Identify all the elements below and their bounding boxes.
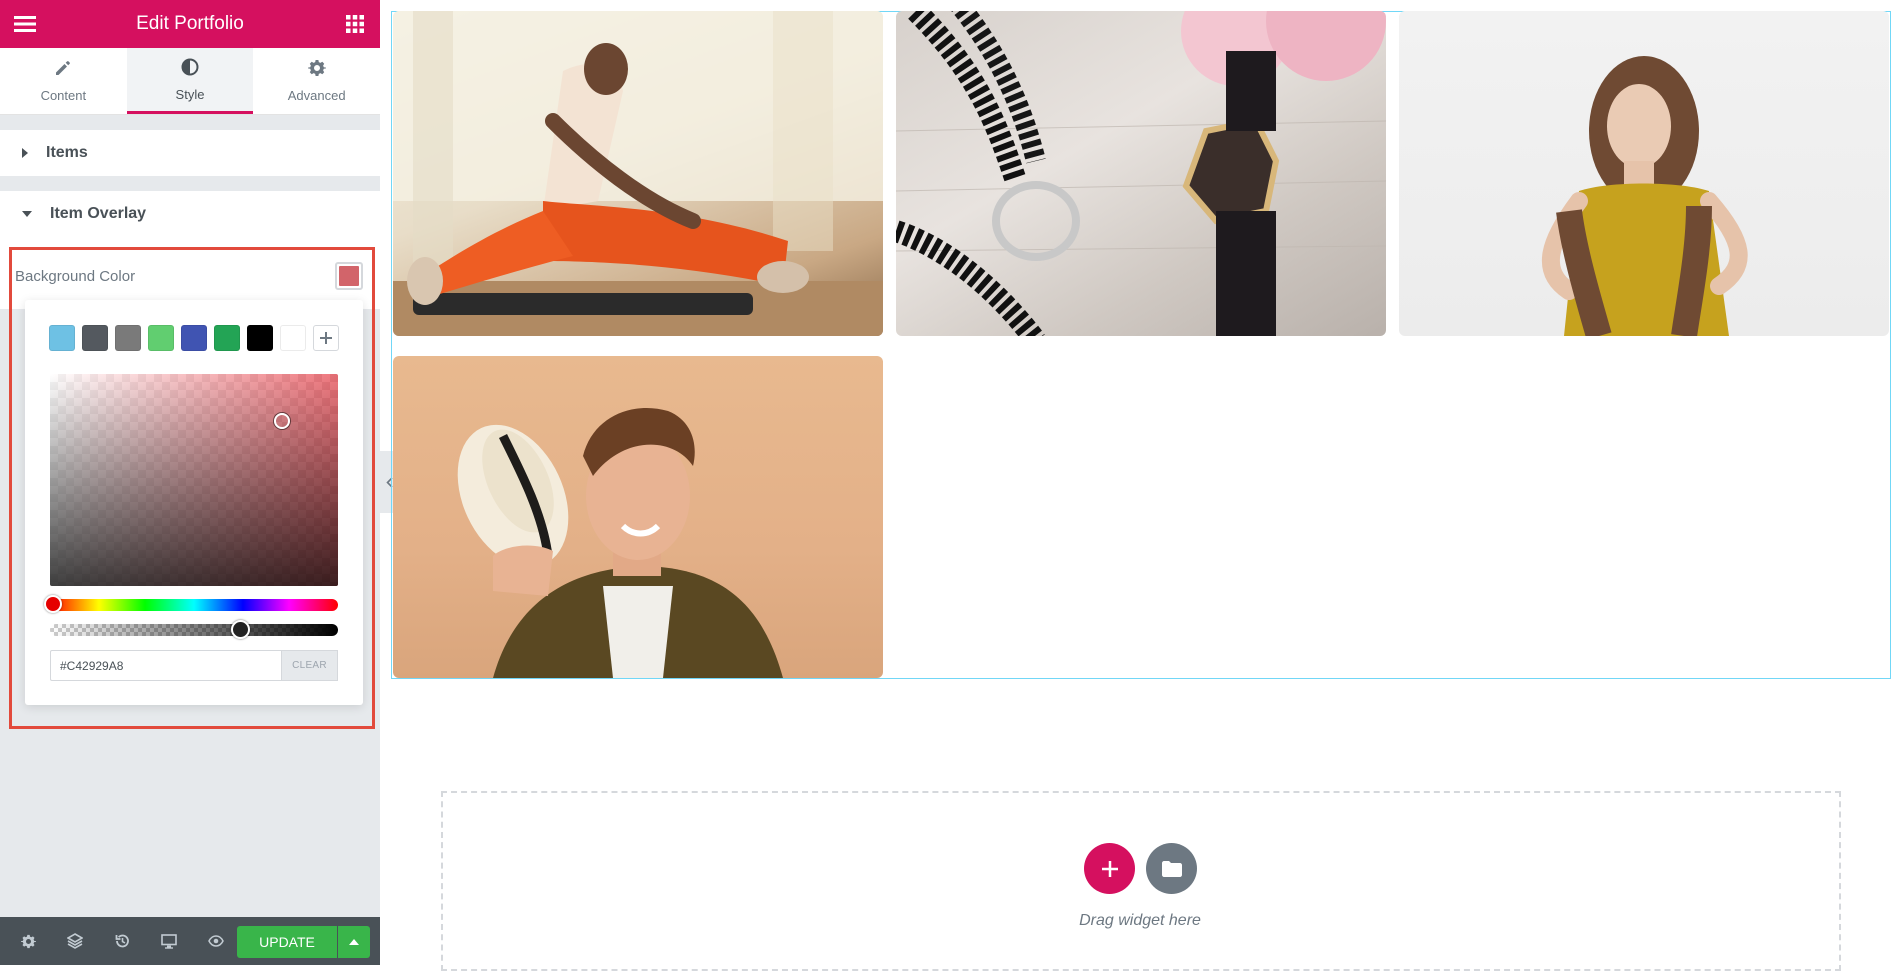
plus-icon <box>1101 860 1118 877</box>
pencil-icon <box>54 59 72 80</box>
caret-up-icon <box>349 939 359 945</box>
panel-title: Edit Portfolio <box>136 13 244 34</box>
portfolio-image[interactable] <box>1399 11 1889 336</box>
widgets-grid-icon[interactable] <box>342 11 368 37</box>
caret-down-icon <box>22 211 32 217</box>
portfolio-image[interactable] <box>393 356 883 678</box>
panel-footer: UPDATE <box>0 917 380 965</box>
tab-content-label: Content <box>40 88 87 103</box>
portfolio-image[interactable] <box>393 11 883 336</box>
responsive-desktop-icon[interactable] <box>151 917 187 965</box>
drag-widget-hint: Drag widget here <box>1079 912 1201 929</box>
layers-icon[interactable] <box>57 917 93 965</box>
history-icon[interactable] <box>104 917 140 965</box>
gear-icon <box>307 59 326 80</box>
tab-content[interactable]: Content <box>0 48 127 114</box>
panel-tabs: Content Style Advanced <box>0 48 380 115</box>
half-circle-icon <box>181 58 199 79</box>
tab-style-label: Style <box>175 86 205 102</box>
drop-zone[interactable] <box>441 791 1841 971</box>
folder-icon <box>1161 860 1182 877</box>
update-button[interactable]: UPDATE <box>237 926 337 958</box>
preview-eye-icon[interactable] <box>198 917 234 965</box>
hamburger-menu-icon[interactable] <box>12 11 38 37</box>
add-section-button[interactable] <box>1084 843 1135 894</box>
section-items[interactable]: Items <box>0 130 380 176</box>
section-item-overlay-title: Item Overlay <box>50 205 147 222</box>
caret-right-icon <box>22 148 28 158</box>
section-items-title: Items <box>46 144 88 161</box>
portfolio-image[interactable] <box>896 11 1386 336</box>
tab-advanced[interactable]: Advanced <box>253 48 380 114</box>
tab-advanced-label: Advanced <box>287 88 346 103</box>
section-item-overlay[interactable]: Item Overlay <box>0 191 380 237</box>
highlight-outline <box>9 247 375 729</box>
add-template-button[interactable] <box>1146 843 1197 894</box>
editor-panel: Edit Portfolio Content Style Advanced It… <box>0 0 380 965</box>
settings-gear-icon[interactable] <box>10 917 46 965</box>
panel-header: Edit Portfolio <box>0 0 380 48</box>
update-options-button[interactable] <box>338 926 370 958</box>
tab-style[interactable]: Style <box>126 48 254 114</box>
